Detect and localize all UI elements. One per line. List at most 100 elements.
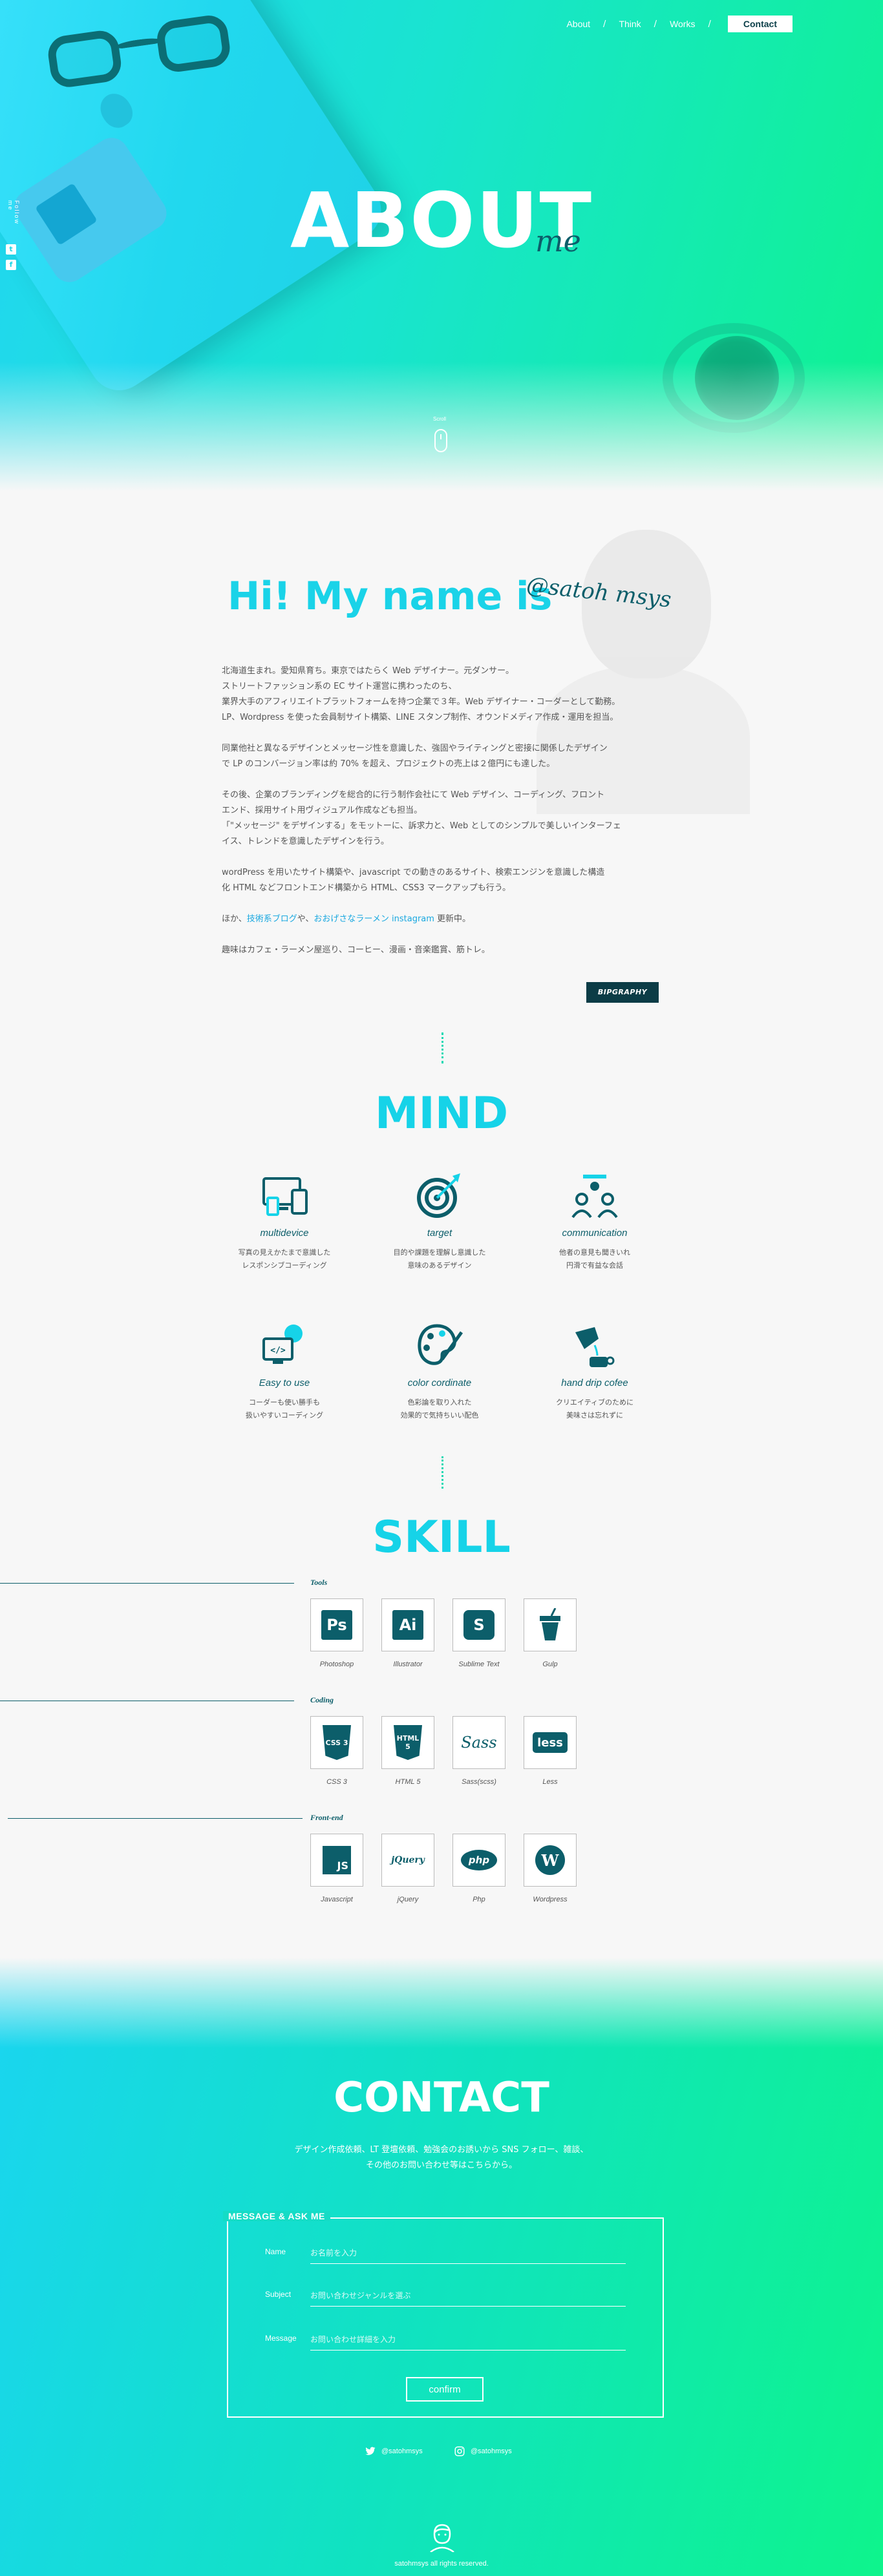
skill-category: Coding (310, 1695, 334, 1704)
bio-paragraph-1: 北海道生まれ。愛知県育ち。東京ではたらく Web デザイナー。元ダンサー。 ストリ… (222, 666, 621, 722)
skill-less: less Less (524, 1716, 577, 1786)
illustrator-icon: Ai (392, 1610, 423, 1640)
skill-name: Sass(scss) (462, 1778, 496, 1786)
hero-subtitle: me (535, 224, 581, 258)
mind-title: MIND (374, 1088, 509, 1139)
skill-name: Javascript (321, 1896, 353, 1903)
facebook-icon[interactable]: f (6, 260, 16, 270)
target-icon (417, 1173, 460, 1218)
sass-icon: Sass (461, 1733, 497, 1752)
skill-sass: Sass Sass(scss) (452, 1716, 505, 1786)
gulp-icon (540, 1608, 560, 1640)
instagram-link[interactable]: @satohmsys (454, 2445, 512, 2457)
skill-category: Tools (310, 1578, 328, 1587)
copyright: satohmsys all rights reserved. (394, 2560, 489, 2568)
form-row-message: Message (265, 2329, 627, 2352)
skill-wordpress: W Wordpress (524, 1834, 577, 1903)
mind-label: multidevice (260, 1228, 309, 1239)
confirm-button[interactable]: confirm (406, 2377, 484, 2402)
form-legend: MESSAGE & ASK ME (223, 2211, 330, 2221)
name-input[interactable] (310, 2242, 626, 2264)
mind-label: color cordinate (407, 1377, 472, 1388)
message-input[interactable] (310, 2329, 626, 2351)
global-nav: About / Think / Works / Contact (566, 16, 793, 32)
nav-contact-button[interactable]: Contact (727, 16, 793, 32)
mind-item-easy-to-use: </> Easy to use コーダーも使い勝手も 扱いやすいコーディング (207, 1319, 362, 1422)
skill-name: CSS 3 (326, 1778, 347, 1786)
bio-paragraph-2: 同業他社と異なるデザインとメッセージ性を意識した、強固やライティングと密接に関係… (222, 744, 608, 769)
mind-desc: 色彩論を取り入れた 効果的で気持ちいい配色 (400, 1398, 479, 1419)
skill-css3: CSS 3 CSS 3 (310, 1716, 363, 1786)
skill-name: Gulp (542, 1660, 558, 1668)
mind-label: Easy to use (259, 1377, 310, 1388)
skill-name: jQuery (397, 1896, 419, 1903)
svg-text:</>: </> (270, 1346, 286, 1356)
skill-jquery: jQuery jQuery (381, 1834, 434, 1903)
bio-hobby: 趣味はカフェ・ラーメン屋巡り、コーヒー、漫画・音楽鑑賞、筋トレ。 (222, 945, 490, 955)
css3-icon: CSS 3 (323, 1725, 351, 1760)
form-row-subject: Subject (265, 2285, 627, 2308)
php-icon: php (461, 1850, 497, 1870)
color-palette-icon (418, 1324, 463, 1365)
name-label: Name (265, 2247, 286, 2256)
avatar (430, 2524, 454, 2552)
twitter-handle: @satohmsys (381, 2447, 423, 2455)
subject-select[interactable] (310, 2285, 626, 2307)
instagram-link[interactable]: おおげさなラーメン instagram (314, 914, 434, 924)
mind-desc: クリエイティブのために 美味さは忘れずに (555, 1398, 634, 1419)
bio-paragraph-3: その後、企業のブランディングを総合的に行う制作会社にて Web デザイン、コーデ… (222, 790, 621, 846)
mind-item-multidevice: multidevice 写真の見えかたまで意識した レスポンシブコーディング (207, 1169, 362, 1272)
html5-icon: HTML 5 (394, 1725, 422, 1760)
communication-icon (571, 1175, 618, 1219)
form-row-name: Name (265, 2242, 627, 2265)
bio-paragraph-4: wordPress を用いたサイト構築や、javascript での動きのあるサ… (222, 868, 605, 893)
scroll-label: Scroll (433, 416, 447, 422)
mind-desc: 写真の見えかたまで意識した レスポンシブコーディング (238, 1248, 331, 1270)
nav-about[interactable]: About (566, 19, 590, 29)
mind-item-communication: communication 他者の意見も聞きいれ 円滑で有益な会話 (517, 1169, 672, 1272)
skill-gulp: Gulp (524, 1598, 577, 1668)
skill-photoshop: Ps Photoshop (310, 1598, 363, 1668)
nav-separator: / (708, 19, 711, 29)
mind-item-coffee: hand drip cofee クリエイティブのために 美味さは忘れずに (517, 1319, 672, 1422)
skill-sublime: S Sublime Text (452, 1598, 505, 1668)
multidevice-icon (262, 1177, 308, 1216)
instagram-handle: @satohmsys (471, 2447, 512, 2455)
skill-category: Front-end (310, 1813, 343, 1822)
mind-label: hand drip cofee (561, 1377, 628, 1388)
mind-desc: コーダーも使い勝手も 扱いやすいコーディング (245, 1398, 324, 1419)
nav-works[interactable]: Works (670, 19, 695, 29)
wordpress-icon: W (535, 1845, 565, 1875)
bio-links: ほか、技術系ブログや、おおげさなラーメン instagram 更新中。 (222, 914, 471, 924)
javascript-icon: JS (323, 1846, 351, 1874)
tech-blog-link[interactable]: 技術系ブログ (247, 914, 297, 924)
twitter-icon (365, 2447, 376, 2455)
skill-illustrator: Ai Illustrator (381, 1598, 434, 1668)
section-divider (442, 1032, 443, 1063)
jquery-icon: jQuery (391, 1855, 425, 1865)
easy-to-use-icon: </> (262, 1325, 303, 1364)
contact-title: CONTACT (334, 2074, 549, 2122)
photoshop-icon: Ps (321, 1610, 352, 1640)
scroll-mouse-icon[interactable] (434, 429, 447, 452)
skill-title: SKILL (372, 1512, 511, 1563)
biography-button[interactable]: BIPGRAPHY (586, 982, 659, 1003)
greeting-heading: Hi! My name is (228, 574, 553, 619)
hero-title: ABOUT (290, 176, 593, 265)
mind-desc: 他者の意見も聞きいれ 円滑で有益な会話 (559, 1248, 630, 1270)
mind-desc: 目的や課題を理解し意識した 意味のあるデザイン (393, 1248, 486, 1270)
subject-label: Subject (265, 2290, 292, 2299)
skill-name: HTML 5 (395, 1778, 421, 1786)
mind-label: communication (562, 1228, 628, 1239)
skill-php: php Php (452, 1834, 505, 1903)
nav-think[interactable]: Think (619, 19, 641, 29)
nav-separator: / (654, 19, 657, 29)
skill-name: Php (473, 1896, 485, 1903)
section-divider (442, 1456, 443, 1489)
mind-label: target (427, 1228, 452, 1239)
page: Follow me t f About / Think / Works / Co… (0, 0, 883, 2576)
message-label: Message (265, 2334, 297, 2343)
skill-javascript: JS Javascript (310, 1834, 363, 1903)
coffee-drip-icon (575, 1327, 615, 1367)
twitter-link[interactable]: @satohmsys (365, 2445, 423, 2457)
